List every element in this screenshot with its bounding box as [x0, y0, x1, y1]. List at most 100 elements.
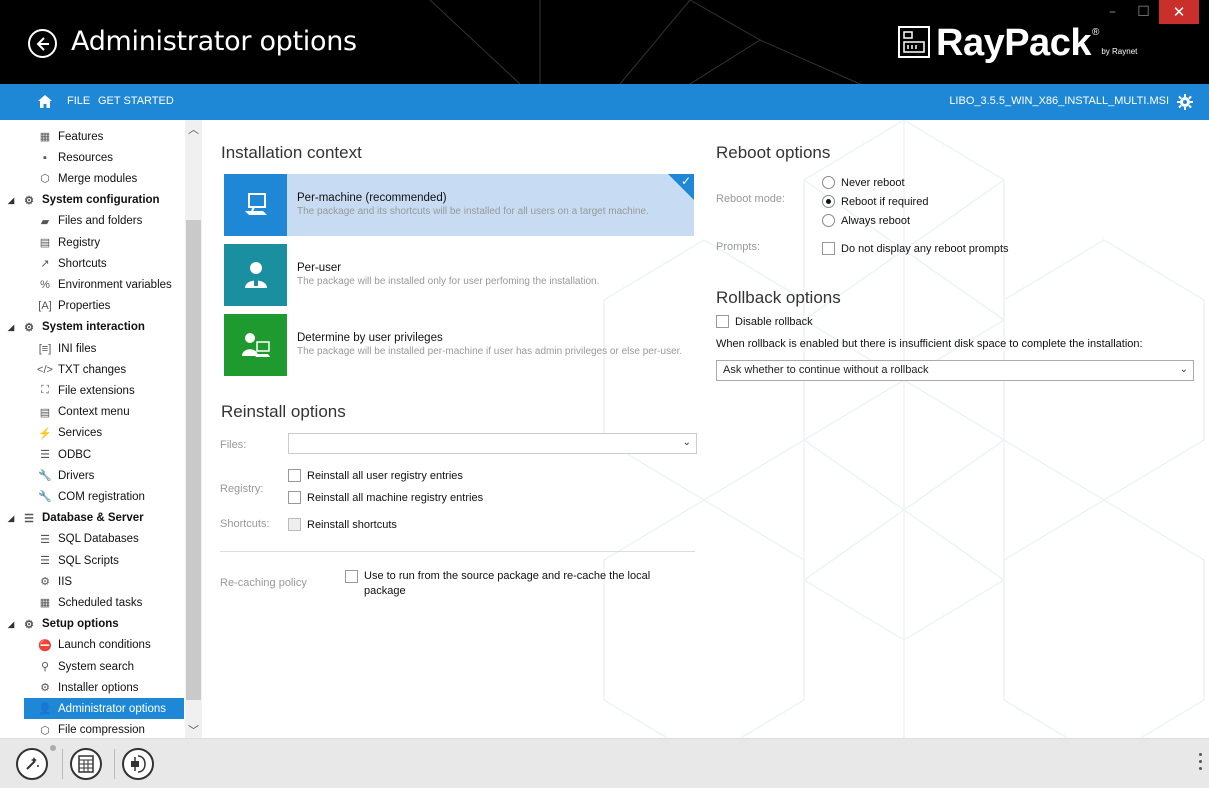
- files-select[interactable]: ⌄: [288, 433, 697, 454]
- table-icon: [78, 755, 94, 773]
- sidebar-item-label: Administrator options: [58, 702, 167, 715]
- prompts-label: Prompts:: [716, 241, 761, 253]
- back-button[interactable]: [28, 29, 57, 58]
- reboot-if-required-radio[interactable]: Reboot if required: [822, 195, 928, 208]
- radio-button[interactable]: [822, 195, 835, 208]
- sidebar-item-system-search[interactable]: ⚲ System search: [0, 656, 134, 677]
- sidebar-item-system-configuration[interactable]: ◢ ⚙ System configuration: [0, 190, 160, 211]
- sidebar-item-registry[interactable]: ▤ Registry: [0, 232, 100, 253]
- file-menu[interactable]: FILE: [67, 95, 90, 107]
- insufficient-space-select[interactable]: Ask whether to continue without a rollba…: [716, 360, 1194, 381]
- system-configuration-icon: ⚙: [24, 194, 34, 207]
- launch-conditions-icon: ⛔: [38, 639, 52, 652]
- expand-caret-icon[interactable]: ◢: [8, 514, 18, 523]
- sidebar-item-resources[interactable]: ▪ Resources: [0, 147, 113, 168]
- per-machine-desc: The package and its shortcuts will be in…: [297, 206, 649, 217]
- sidebar-item-services[interactable]: ⚡ Services: [0, 423, 102, 444]
- checkbox-box[interactable]: [288, 518, 301, 531]
- per-machine-title: Per-machine (recommended): [297, 192, 447, 204]
- sidebar-item-label: Launch conditions: [58, 639, 151, 652]
- never-reboot-radio[interactable]: Never reboot: [822, 176, 905, 189]
- more-options-icon[interactable]: [1199, 753, 1203, 774]
- logo-registered-mark: ®: [1091, 27, 1100, 38]
- get-started-menu[interactable]: GET STARTED: [98, 95, 174, 107]
- raypack-logo: RayPack ® by Raynet: [898, 22, 1137, 64]
- radio-button[interactable]: [822, 214, 835, 227]
- sidebar-item-database-server[interactable]: ◢ ☰ Database & Server: [0, 508, 144, 529]
- sidebar-item-label: INI files: [58, 342, 97, 355]
- sidebar-item-files-and-folders[interactable]: ▰ Files and folders: [0, 211, 143, 232]
- expand-caret-icon[interactable]: ◢: [8, 620, 18, 629]
- table-view-button[interactable]: [70, 748, 102, 780]
- close-button[interactable]: ✕: [1159, 0, 1199, 24]
- reinstall-shortcuts-checkbox[interactable]: Reinstall shortcuts: [288, 518, 397, 531]
- sidebar-item-label: Scheduled tasks: [58, 596, 143, 609]
- sidebar-scrollbar[interactable]: ︿ ﹀: [185, 120, 202, 738]
- sidebar-item-ini-files[interactable]: [≡] INI files: [0, 338, 97, 359]
- disable-rollback-checkbox[interactable]: Disable rollback: [716, 315, 813, 328]
- sidebar-item-iis[interactable]: ⚙ IIS: [0, 571, 72, 592]
- sidebar-item-launch-conditions[interactable]: ⛔ Launch conditions: [0, 635, 151, 656]
- sidebar-item-odbc[interactable]: ☰ ODBC: [0, 444, 91, 465]
- code-icon: </>: [37, 363, 53, 376]
- no-reboot-prompts-checkbox[interactable]: Do not display any reboot prompts: [822, 242, 1009, 255]
- sidebar-item-label: Setup options: [42, 618, 119, 631]
- sidebar-item-properties[interactable]: [A] Properties: [0, 296, 110, 317]
- sidebar-item-installer-options[interactable]: ⚙ Installer options: [0, 677, 138, 698]
- sidebar-item-administrator-options[interactable]: 👤 Administrator options: [24, 698, 184, 720]
- sidebar-item-features[interactable]: ▦ Features: [0, 126, 104, 147]
- scroll-thumb[interactable]: [186, 220, 201, 700]
- shortcuts-label: Shortcuts:: [220, 518, 270, 530]
- sidebar-item-label: SQL Databases: [58, 533, 139, 546]
- sidebar-item-shortcuts[interactable]: ↗ Shortcuts: [0, 253, 106, 274]
- reinstall-user-registry-checkbox[interactable]: Reinstall all user registry entries: [288, 469, 463, 482]
- bottom-toolbar: [0, 738, 1209, 788]
- wizard-button[interactable]: [16, 748, 48, 780]
- radio-button[interactable]: [822, 176, 835, 189]
- arrow-left-icon: [36, 37, 49, 51]
- no-reboot-prompts-label: Do not display any reboot prompts: [841, 242, 1009, 255]
- checkbox-box[interactable]: [345, 570, 358, 583]
- expand-caret-icon[interactable]: ◢: [8, 323, 18, 332]
- scroll-up-icon[interactable]: ︿: [185, 120, 202, 137]
- recaching-checkbox[interactable]: Use to run from the source package and r…: [345, 569, 675, 599]
- file-extensions-icon: ⛶: [41, 384, 49, 397]
- maximize-button[interactable]: ☐: [1128, 0, 1159, 24]
- sidebar-item-system-interaction[interactable]: ◢ ⚙ System interaction: [0, 317, 145, 338]
- sidebar-item-file-extensions[interactable]: ⛶ File extensions: [0, 380, 135, 401]
- sidebar-item-file-compression[interactable]: ⬡ File compression: [0, 720, 145, 738]
- always-reboot-radio[interactable]: Always reboot: [822, 214, 910, 227]
- iis-icon: ⚙: [40, 576, 50, 589]
- scroll-down-icon[interactable]: ﹀: [185, 721, 202, 738]
- merge-modules-icon: ⬡: [40, 173, 50, 186]
- per-user-option[interactable]: Per-user The package will be installed o…: [224, 244, 694, 306]
- scheduled-tasks-icon: ▦: [39, 597, 51, 610]
- sidebar-item-com-registration[interactable]: 🔧 COM registration: [0, 486, 145, 507]
- sidebar-item-drivers[interactable]: 🔧 Drivers: [0, 465, 94, 486]
- checkbox-box[interactable]: [716, 315, 729, 328]
- minimize-button[interactable]: –: [1097, 0, 1128, 24]
- checkbox-box[interactable]: [288, 491, 301, 504]
- expand-caret-icon[interactable]: ◢: [8, 196, 18, 205]
- sidebar-item-sql-databases[interactable]: ☰ SQL Databases: [0, 529, 139, 550]
- main-content: Installation context Per-machine (recomm…: [204, 120, 1209, 738]
- home-icon[interactable]: [38, 95, 52, 108]
- package-tool-button[interactable]: [122, 748, 154, 780]
- per-machine-option[interactable]: Per-machine (recommended) The package an…: [224, 174, 694, 236]
- sidebar-item-setup-options[interactable]: ◢ ⚙ Setup options: [0, 614, 119, 635]
- sidebar-item-txt-changes[interactable]: </> TXT changes: [0, 359, 126, 380]
- sidebar-item-label: Environment variables: [58, 278, 172, 291]
- checkbox-box[interactable]: [822, 242, 835, 255]
- sidebar-item-context-menu[interactable]: ▤ Context menu: [0, 402, 130, 423]
- sidebar-item-sql-scripts[interactable]: ☰ SQL Scripts: [0, 550, 119, 571]
- reinstall-machine-registry-checkbox[interactable]: Reinstall all machine registry entries: [288, 491, 483, 504]
- gear-icon[interactable]: [1177, 94, 1193, 110]
- recaching-policy-label: Re-caching policy: [220, 577, 307, 589]
- sidebar-item-merge-modules[interactable]: ⬡ Merge modules: [0, 168, 137, 189]
- sidebar-item-scheduled-tasks[interactable]: ▦ Scheduled tasks: [0, 592, 143, 613]
- sidebar-item-label: Properties: [58, 300, 111, 313]
- sidebar-item-environment-variables[interactable]: % Environment variables: [0, 274, 172, 295]
- sidebar-item-label: IIS: [58, 575, 73, 588]
- checkbox-box[interactable]: [288, 469, 301, 482]
- user-privileges-option[interactable]: Determine by user privileges The package…: [224, 314, 694, 376]
